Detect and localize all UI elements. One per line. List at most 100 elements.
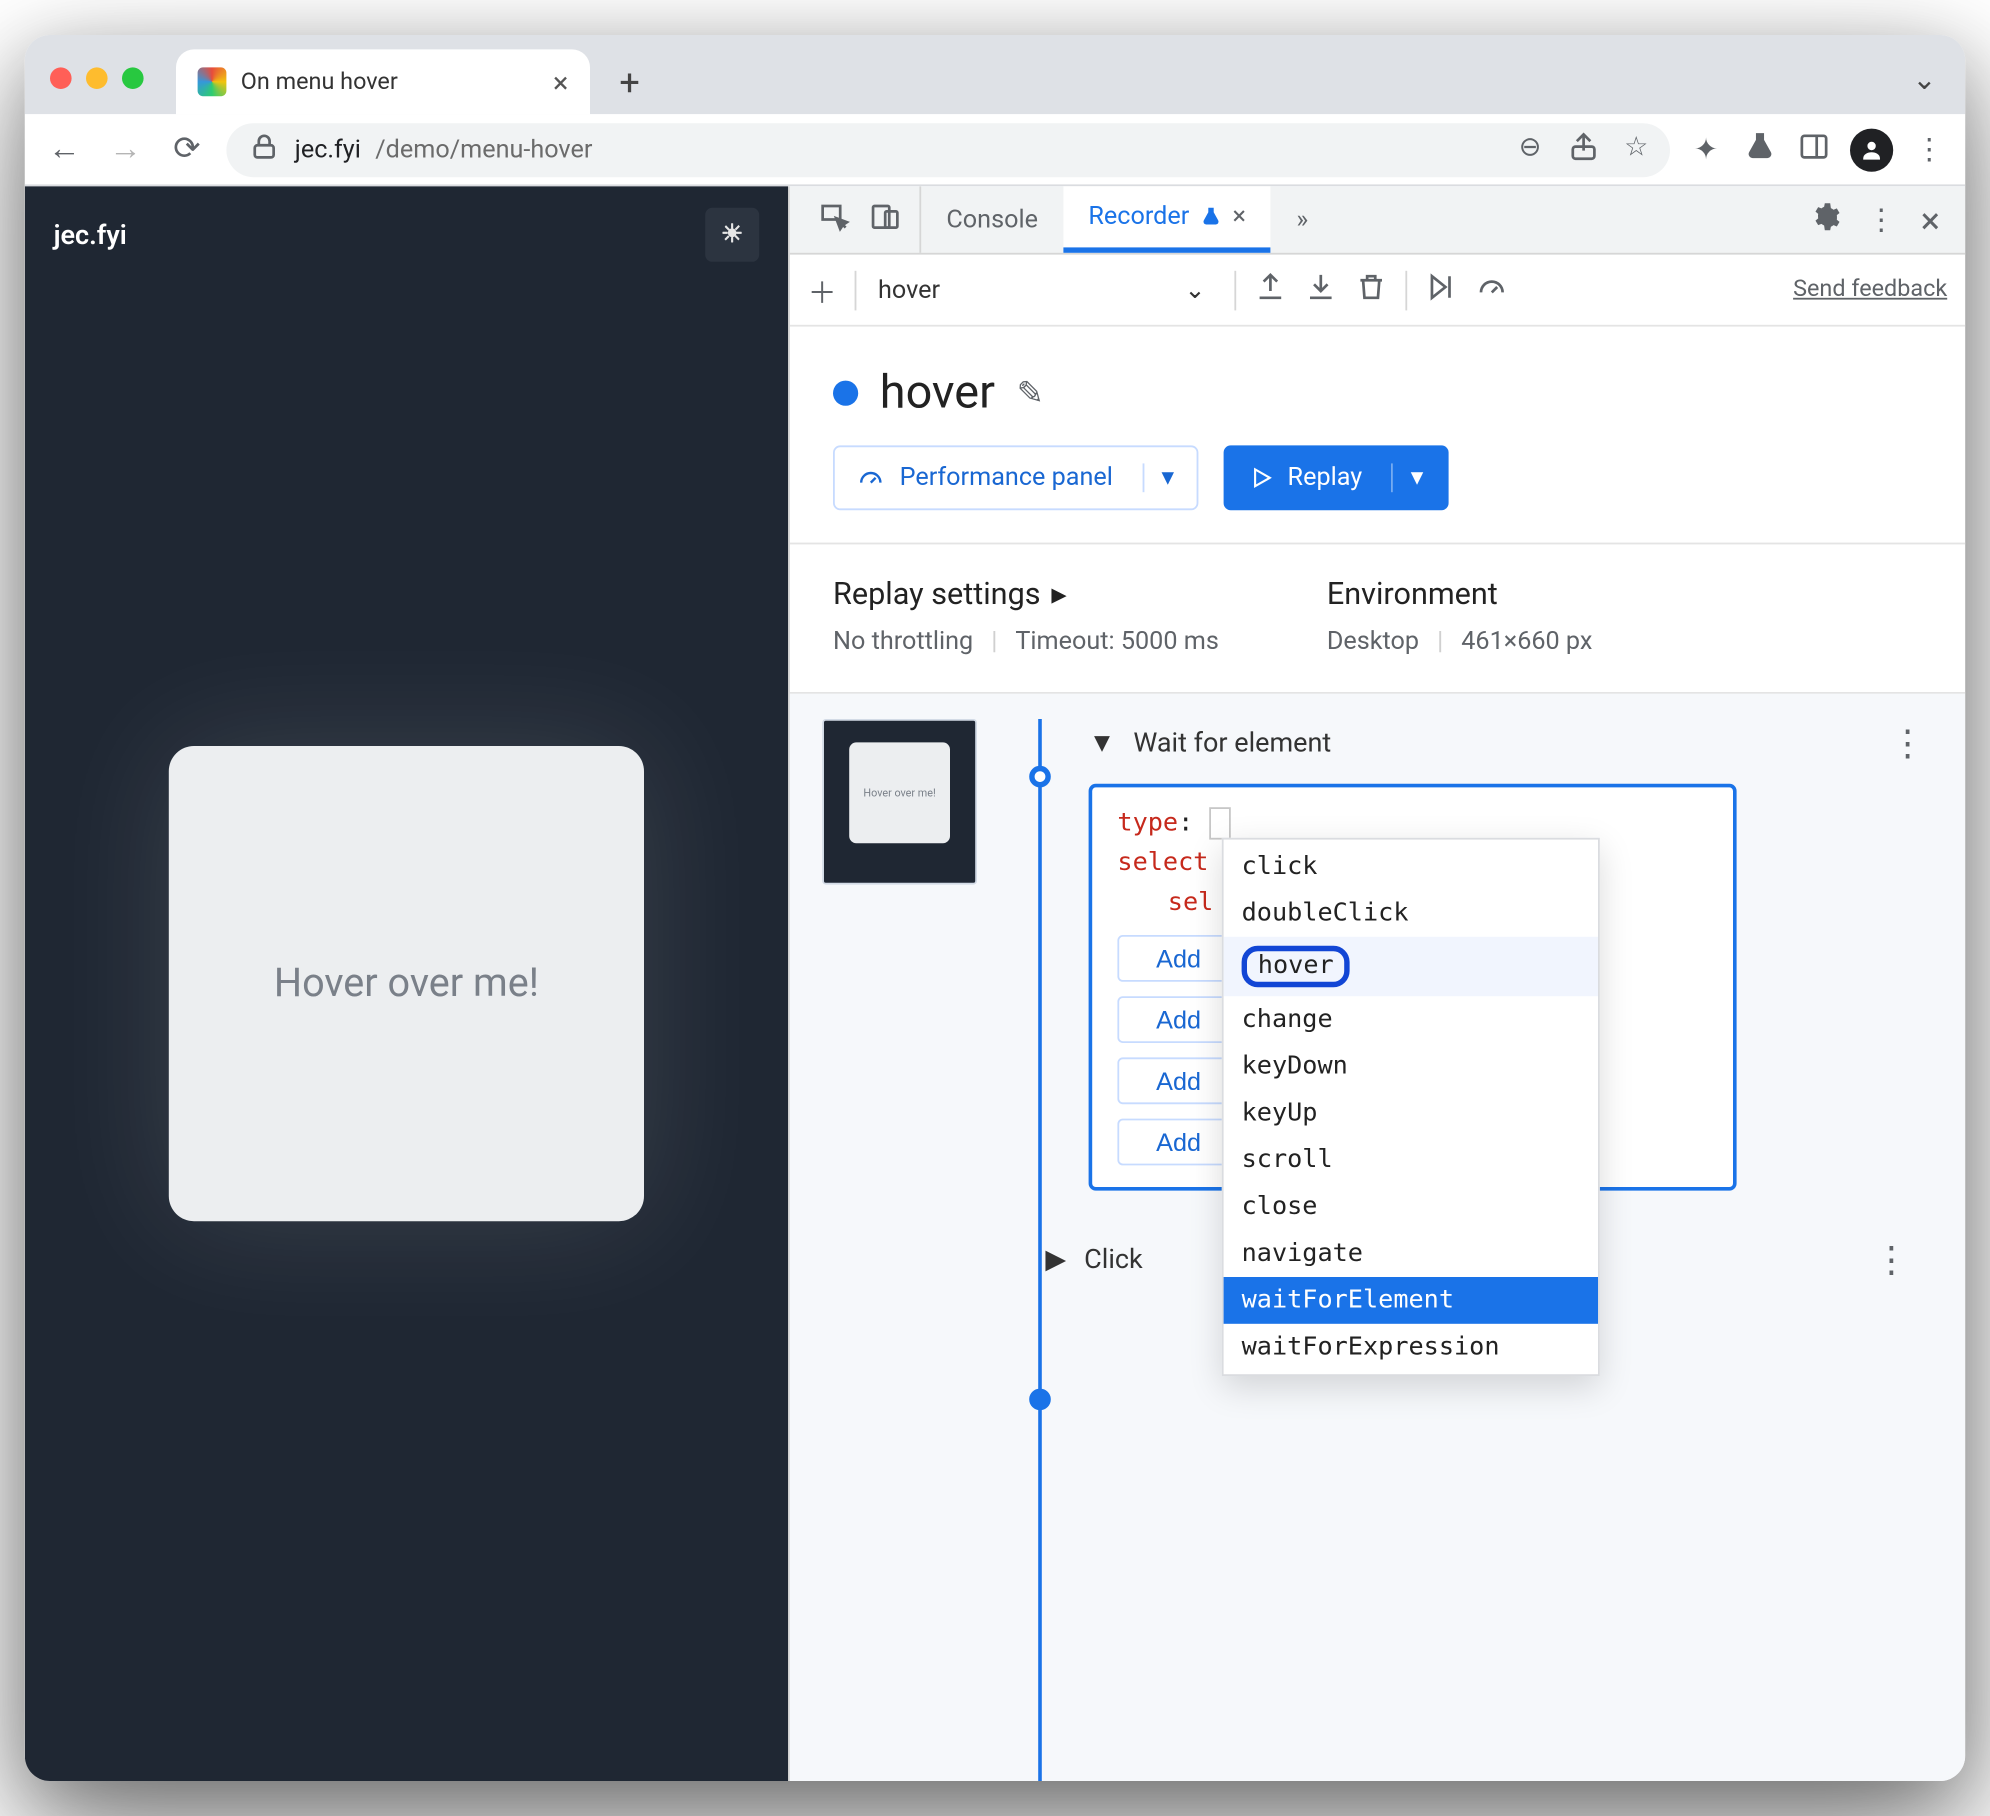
inspect-element-icon[interactable] — [819, 200, 851, 240]
theme-toggle-button[interactable]: ☀ — [705, 208, 759, 262]
close-window-button[interactable] — [50, 67, 72, 89]
recording-header: hover ✎ — [790, 327, 1965, 446]
tab-title: On menu hover — [241, 68, 398, 95]
hover-card-text: Hover over me! — [274, 961, 539, 1006]
timeline-rail — [1038, 719, 1042, 1781]
step-menu-button[interactable]: ⋮ — [1873, 1237, 1909, 1280]
devtools-tabbar: Console Recorder × » ⋮ × — [790, 186, 1965, 254]
step-title: Wait for element — [1133, 726, 1331, 758]
device-toolbar-icon[interactable] — [869, 200, 901, 240]
site-title: jec.fyi — [54, 219, 127, 251]
reload-button[interactable]: ⟳ — [165, 130, 208, 168]
close-recorder-tab[interactable]: × — [1232, 202, 1245, 231]
side-panel-icon[interactable] — [1796, 130, 1832, 170]
dropdown-option-click[interactable]: click — [1224, 843, 1598, 890]
new-recording-button[interactable]: ＋ — [808, 268, 837, 311]
timeout-value: Timeout: 5000 ms — [1015, 627, 1219, 656]
type-key: type — [1117, 809, 1178, 838]
delete-icon[interactable] — [1355, 270, 1387, 310]
tabs-menu-button[interactable]: ⌄ — [1912, 62, 1936, 96]
dropdown-option-hover[interactable]: hover — [1224, 937, 1598, 996]
replay-dropdown-button[interactable]: ▾ — [1391, 463, 1423, 492]
hover-card[interactable]: Hover over me! — [169, 746, 644, 1221]
timeline: Hover over me! ▼ Wait for element ⋮ type… — [790, 694, 1965, 1781]
type-autocomplete-dropdown: click doubleClick hover change keyDown k… — [1222, 838, 1600, 1376]
forward-button[interactable]: → — [104, 130, 147, 168]
minimize-window-button[interactable] — [86, 67, 108, 89]
replay-button[interactable]: Replay ▾ — [1223, 445, 1449, 510]
titlebar: On menu hover × + ⌄ — [25, 35, 1965, 114]
step-editor-panel: type: select sel Add Add Add — [1089, 784, 1737, 1191]
dropdown-option-waitforelement[interactable]: waitForElement — [1224, 1277, 1598, 1324]
slow-replay-icon[interactable] — [1476, 270, 1508, 310]
address-bar[interactable]: jec.fyi/demo/menu-hover ⊖ ☆ — [226, 122, 1670, 176]
dropdown-option-navigate[interactable]: navigate — [1224, 1230, 1598, 1277]
dropdown-option-waitforexpression[interactable]: waitForExpression — [1224, 1324, 1598, 1371]
zoom-out-icon[interactable]: ⊖ — [1519, 130, 1542, 170]
env-device: Desktop — [1327, 627, 1419, 656]
lock-icon — [248, 130, 280, 170]
step-node[interactable] — [1029, 766, 1051, 788]
close-devtools-button[interactable]: × — [1921, 198, 1940, 241]
share-icon[interactable] — [1567, 130, 1599, 170]
dropdown-option-doubleclick[interactable]: doubleClick — [1224, 890, 1598, 937]
step2-title: Click — [1084, 1243, 1143, 1275]
back-button[interactable]: ← — [43, 130, 86, 168]
play-icon — [1248, 465, 1273, 490]
step-header[interactable]: ▼ Wait for element ⋮ — [1089, 719, 1933, 766]
step-thumbnail[interactable]: Hover over me! — [822, 719, 977, 885]
bookmark-icon[interactable]: ☆ — [1624, 130, 1648, 170]
perf-dropdown-button[interactable]: ▾ — [1142, 463, 1174, 492]
recording-status-dot — [833, 381, 858, 406]
maximize-window-button[interactable] — [122, 67, 144, 89]
throttling-value: No throttling — [833, 627, 973, 656]
type-input-cursor[interactable] — [1208, 807, 1230, 839]
chevron-down-icon: ⌄ — [1185, 275, 1206, 304]
step-forward-icon[interactable] — [1425, 270, 1457, 310]
kebab-menu-icon[interactable]: ⋮ — [1867, 202, 1896, 236]
dropdown-option-change[interactable]: change — [1224, 996, 1598, 1043]
export-icon[interactable] — [1254, 270, 1286, 310]
step-node[interactable] — [1029, 1389, 1051, 1411]
devtools-panel: Console Recorder × » ⋮ × ＋ — [788, 186, 1965, 1781]
flask-icon — [1200, 206, 1222, 228]
extensions-icon[interactable]: ✦ — [1688, 132, 1724, 166]
browser-tab[interactable]: On menu hover × — [176, 49, 590, 114]
chrome-menu-button[interactable]: ⋮ — [1911, 132, 1947, 166]
dropdown-option-keydown[interactable]: keyDown — [1224, 1043, 1598, 1090]
recording-title: hover — [880, 366, 995, 420]
edit-title-button[interactable]: ✎ — [1017, 374, 1044, 412]
labs-icon[interactable] — [1742, 130, 1778, 170]
import-icon[interactable] — [1305, 270, 1337, 310]
send-feedback-link[interactable]: Send feedback — [1793, 276, 1947, 303]
tab-console[interactable]: Console — [921, 186, 1063, 253]
settings-icon[interactable] — [1809, 200, 1841, 240]
url-domain: jec.fyi — [295, 135, 361, 164]
profile-avatar[interactable] — [1850, 128, 1893, 171]
replay-settings-header[interactable]: Replay settings ▸ — [833, 577, 1219, 613]
dropdown-option-keyup[interactable]: keyUp — [1224, 1090, 1598, 1137]
new-tab-button[interactable]: + — [604, 57, 654, 107]
tab-recorder[interactable]: Recorder × — [1063, 186, 1271, 253]
performance-panel-button[interactable]: Performance panel ▾ — [833, 445, 1198, 510]
environment-header: Environment — [1327, 577, 1593, 613]
toolbar: ← → ⟳ jec.fyi/demo/menu-hover ⊖ ☆ ✦ — [25, 114, 1965, 186]
env-size: 461×660 px — [1461, 627, 1592, 656]
url-path: /demo/menu-hover — [375, 135, 592, 164]
selector-key: select — [1117, 849, 1208, 878]
recorder-toolbar: ＋ hover ⌄ — [790, 255, 1965, 327]
caret-right-icon: ▶ — [1045, 1243, 1066, 1275]
browser-window: On menu hover × + ⌄ ← → ⟳ jec.fyi/demo/m… — [25, 35, 1965, 1781]
chevron-right-icon: ▸ — [1051, 577, 1066, 613]
dropdown-option-close[interactable]: close — [1224, 1183, 1598, 1230]
sel-key: sel — [1168, 888, 1214, 917]
favicon-icon — [198, 67, 227, 96]
gauge-icon — [856, 463, 885, 492]
settings-row: Replay settings ▸ No throttling | Timeou… — [790, 544, 1965, 692]
step-menu-button[interactable]: ⋮ — [1890, 721, 1926, 764]
close-tab-button[interactable]: × — [553, 65, 568, 99]
more-tabs-button[interactable]: » — [1271, 186, 1333, 253]
dropdown-option-scroll[interactable]: scroll — [1224, 1137, 1598, 1184]
recording-selector[interactable]: hover ⌄ — [874, 268, 1216, 311]
caret-down-icon: ▼ — [1089, 726, 1116, 758]
